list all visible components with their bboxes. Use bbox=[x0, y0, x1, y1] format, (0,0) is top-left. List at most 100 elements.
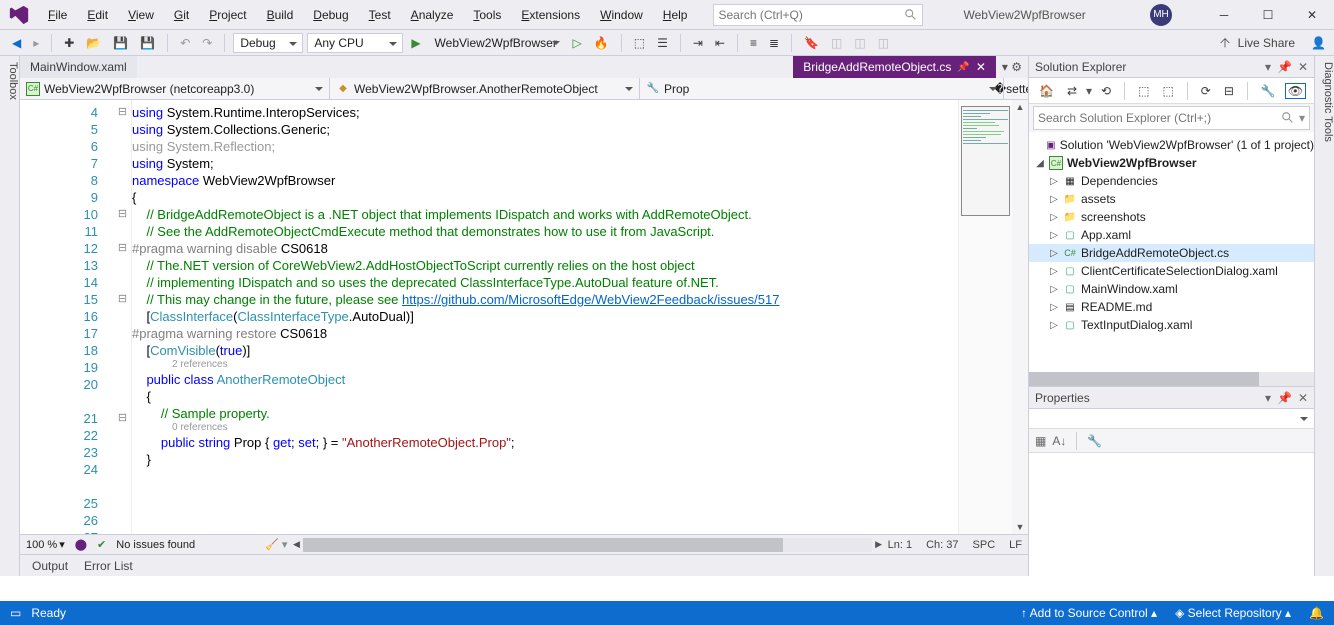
issues-text[interactable]: No issues found bbox=[116, 539, 195, 551]
save-all-button[interactable]: 💾 bbox=[136, 34, 159, 52]
nav-fwd-button[interactable]: ▸ bbox=[29, 34, 43, 52]
vertical-scrollbar[interactable]: ▲▼ bbox=[1012, 100, 1028, 534]
close-pane-icon[interactable]: ✕ bbox=[1298, 391, 1308, 405]
close-pane-icon[interactable]: ✕ bbox=[1298, 60, 1308, 74]
menu-help[interactable]: Help bbox=[653, 4, 698, 26]
alphabetical-icon[interactable]: A↓ bbox=[1052, 434, 1066, 448]
pin-pane-icon[interactable]: 📌 bbox=[1277, 391, 1292, 405]
solution-tree[interactable]: ▣Solution 'WebView2WpfBrowser' (1 of 1 p… bbox=[1029, 132, 1314, 372]
nav-project-combo[interactable]: C# WebView2WpfBrowser (netcoreapp3.0) bbox=[20, 78, 330, 99]
undo-button[interactable]: ↶ bbox=[176, 34, 194, 52]
minimize-button[interactable]: ─ bbox=[1202, 0, 1246, 30]
live-share[interactable]: Live Share 👤 bbox=[1218, 36, 1326, 50]
bookmark-icon[interactable]: 🔖 bbox=[800, 34, 823, 52]
minimap[interactable] bbox=[958, 100, 1012, 534]
start-target-combo[interactable]: WebView2WpfBrowser bbox=[429, 33, 565, 53]
tb-icon-4[interactable]: ⇤ bbox=[711, 34, 729, 52]
notifications-icon[interactable]: 🔔 bbox=[1309, 606, 1324, 620]
tb-icon-7[interactable]: ◫ bbox=[827, 34, 846, 52]
diagnostic-tools-tab[interactable]: Diagnostic Tools bbox=[1314, 56, 1334, 576]
properties-object-combo[interactable] bbox=[1029, 409, 1314, 429]
toolbox-tab[interactable]: Toolbox bbox=[0, 56, 20, 576]
menu-test[interactable]: Test bbox=[359, 4, 401, 26]
tab-bridgeaddremoteobject[interactable]: BridgeAddRemoteObject.cs 📌 ✕ bbox=[793, 56, 996, 78]
pane-menu-icon[interactable]: ▾ bbox=[1265, 391, 1271, 405]
config-combo[interactable]: Debug bbox=[233, 33, 303, 53]
menu-debug[interactable]: Debug bbox=[303, 4, 358, 26]
se-tb-1[interactable]: ⬚ bbox=[1134, 82, 1153, 100]
se-preview-icon[interactable]: 👁 bbox=[1285, 83, 1306, 99]
health-icon[interactable]: ⬤ bbox=[75, 538, 87, 551]
tb-icon-5[interactable]: ≡ bbox=[746, 34, 761, 52]
split-editor-button[interactable]: �settes bbox=[1004, 78, 1028, 99]
tree-item-textinputdialog-xaml[interactable]: ▷▢TextInputDialog.xaml bbox=[1029, 316, 1314, 334]
tree-item-readme-md[interactable]: ▷▤README.md bbox=[1029, 298, 1314, 316]
select-repository[interactable]: ◈ Select Repository ▴ bbox=[1175, 606, 1291, 620]
maximize-button[interactable]: ☐ bbox=[1246, 0, 1290, 30]
tb-icon-8[interactable]: ◫ bbox=[850, 34, 869, 52]
fold-gutter[interactable]: ⊟ ⊟ ⊟ ⊟ ⊟ bbox=[114, 100, 132, 534]
menu-build[interactable]: Build bbox=[257, 4, 304, 26]
bottom-tab-output[interactable]: Output bbox=[32, 559, 68, 573]
categorized-icon[interactable]: ▦ bbox=[1035, 434, 1046, 448]
open-button[interactable]: 📂 bbox=[82, 34, 105, 52]
se-home-icon[interactable]: 🏠 bbox=[1035, 82, 1058, 100]
hot-reload-button[interactable]: 🔥 bbox=[590, 34, 613, 52]
tree-item-dependencies[interactable]: ▷▦Dependencies bbox=[1029, 172, 1314, 190]
menu-project[interactable]: Project bbox=[199, 4, 256, 26]
tb-icon-2[interactable]: ☰ bbox=[653, 34, 672, 52]
pin-icon[interactable]: 📌 bbox=[957, 62, 969, 73]
pane-menu-icon[interactable]: ▾ bbox=[1265, 60, 1271, 74]
redo-button[interactable]: ↷ bbox=[198, 34, 216, 52]
se-horizontal-scrollbar[interactable] bbox=[1029, 372, 1314, 386]
close-tab-icon[interactable]: ✕ bbox=[976, 60, 986, 74]
solution-explorer-header[interactable]: Solution Explorer ▾📌✕ bbox=[1029, 56, 1314, 78]
se-search-input[interactable] bbox=[1038, 111, 1281, 125]
eol-mode[interactable]: LF bbox=[1009, 539, 1022, 551]
search-input[interactable] bbox=[718, 8, 904, 22]
se-refresh-icon[interactable]: ⟳ bbox=[1197, 82, 1215, 100]
menu-window[interactable]: Window bbox=[590, 4, 653, 26]
menu-extensions[interactable]: Extensions bbox=[511, 4, 590, 26]
properties-header[interactable]: Properties ▾📌✕ bbox=[1029, 387, 1314, 409]
tab-overflow[interactable]: ▾ ⚙ bbox=[996, 56, 1028, 78]
cleanup-icon[interactable]: 🧹 ▾ bbox=[265, 538, 287, 551]
code-editor[interactable]: 4567891011121314151617181920212223242526… bbox=[20, 100, 1028, 534]
tree-solution[interactable]: ▣Solution 'WebView2WpfBrowser' (1 of 1 p… bbox=[1029, 136, 1314, 154]
tb-icon-3[interactable]: ⇥ bbox=[689, 34, 707, 52]
new-item-button[interactable]: ✚ bbox=[60, 34, 78, 52]
nav-back-button[interactable]: ◀ bbox=[8, 34, 25, 52]
close-button[interactable]: ✕ bbox=[1290, 0, 1334, 30]
code-content[interactable]: using System.Runtime.InteropServices;usi… bbox=[132, 100, 958, 534]
indent-mode[interactable]: SPC bbox=[973, 539, 996, 551]
tb-icon-9[interactable]: ◫ bbox=[874, 34, 893, 52]
user-avatar[interactable]: MH bbox=[1150, 4, 1172, 26]
quick-search[interactable] bbox=[713, 4, 923, 26]
menu-edit[interactable]: Edit bbox=[77, 4, 118, 26]
tree-item-assets[interactable]: ▷📁assets bbox=[1029, 190, 1314, 208]
tab-mainwindow[interactable]: MainWindow.xaml bbox=[20, 56, 137, 78]
save-button[interactable]: 💾 bbox=[109, 34, 132, 52]
wrench-icon[interactable]: 🔧 bbox=[1087, 434, 1102, 448]
tb-icon-6[interactable]: ≣ bbox=[765, 34, 783, 52]
tree-item-mainwindow-xaml[interactable]: ▷▢MainWindow.xaml bbox=[1029, 280, 1314, 298]
nav-type-combo[interactable]: ◆ WebView2WpfBrowser.AnotherRemoteObject bbox=[330, 78, 640, 99]
solution-explorer-search[interactable]: ▾ bbox=[1033, 106, 1310, 130]
add-source-control[interactable]: ↑ Add to Source Control ▴ bbox=[1021, 606, 1157, 620]
se-switch-icon[interactable]: ⇄ bbox=[1063, 82, 1081, 100]
tree-item-clientcertificateselectiondialog-xaml[interactable]: ▷▢ClientCertificateSelectionDialog.xaml bbox=[1029, 262, 1314, 280]
tree-item-app-xaml[interactable]: ▷▢App.xaml bbox=[1029, 226, 1314, 244]
menu-tools[interactable]: Tools bbox=[463, 4, 511, 26]
se-tb-2[interactable]: ⬚ bbox=[1158, 82, 1177, 100]
se-sync-icon[interactable]: ⟲ bbox=[1097, 82, 1115, 100]
start-no-debug-button[interactable]: ▷ bbox=[569, 34, 586, 52]
nav-member-combo[interactable]: 🔧 Prop bbox=[640, 78, 1004, 99]
pin-pane-icon[interactable]: 📌 bbox=[1277, 60, 1292, 74]
tree-project[interactable]: ◢C#WebView2WpfBrowser bbox=[1029, 154, 1314, 172]
start-button[interactable]: ▶ bbox=[407, 34, 424, 52]
properties-grid[interactable] bbox=[1029, 453, 1314, 576]
platform-combo[interactable]: Any CPU bbox=[307, 33, 403, 53]
tb-icon-1[interactable]: ⬚ bbox=[630, 34, 649, 52]
se-properties-icon[interactable]: 🔧 bbox=[1257, 82, 1280, 100]
menu-file[interactable]: File bbox=[38, 4, 77, 26]
